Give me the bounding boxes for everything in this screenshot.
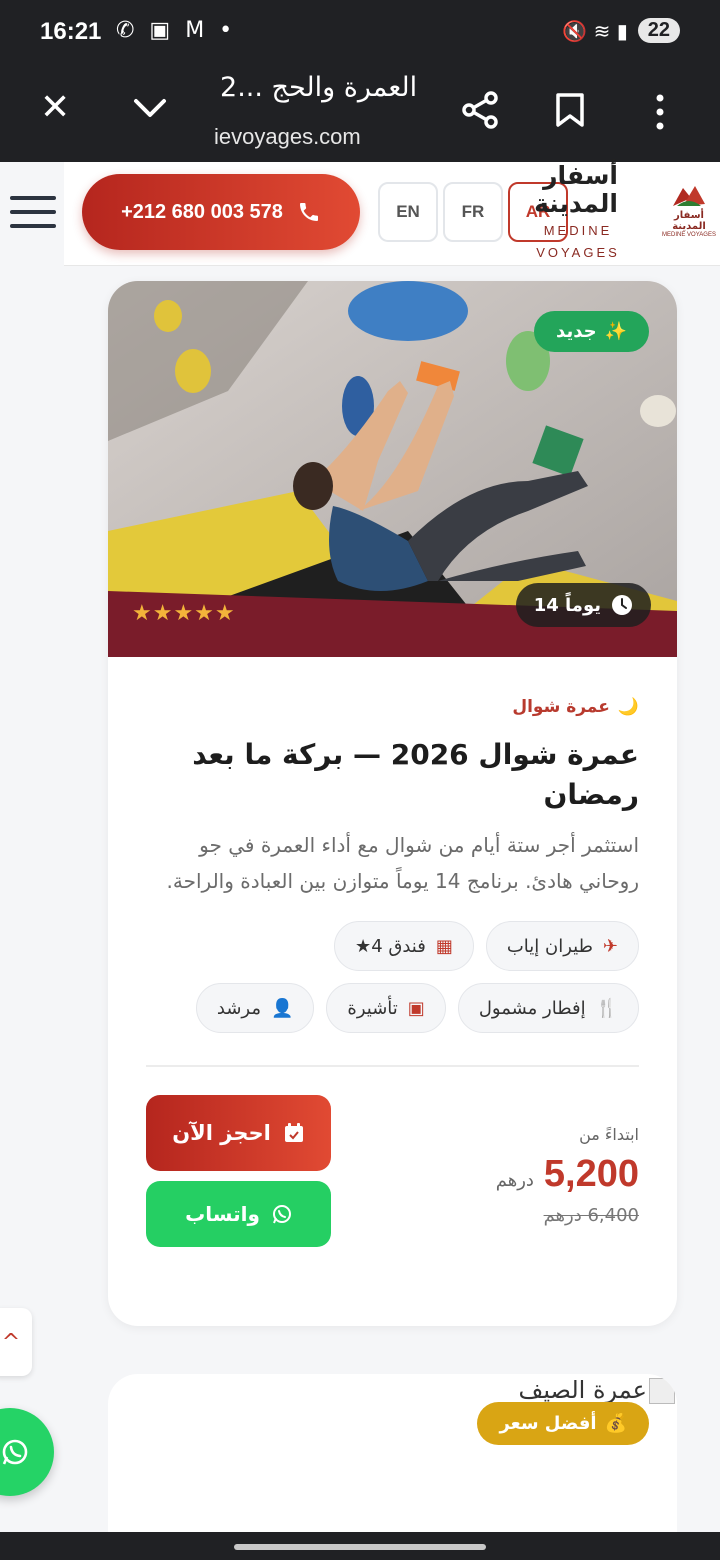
status-time: 16:21 (40, 18, 102, 45)
whatsapp-icon (2, 1439, 28, 1465)
tour-category: 🌙 عمرة شوال (146, 697, 639, 717)
price-from-label: ابتداءً من (579, 1125, 639, 1144)
best-price-label: أفضل سعر (499, 1413, 597, 1434)
utensils-icon: 🍴 (595, 997, 618, 1019)
tour-card[interactable]: جديد ✨ 14 يوماً ★★★★★ 🌙 عمرة شوال عمرة ش… (108, 281, 677, 1326)
tour-photo: جديد ✨ 14 يوماً ★★★★★ (108, 281, 677, 657)
price-and-actions: ابتداءً من 5,200 درهم 6,400 درهم احجز ال… (146, 1095, 639, 1255)
close-icon[interactable]: ✕ (40, 90, 70, 126)
notification-icons: ✆ ▣ M • (116, 18, 237, 43)
money-bag-icon: 💰 (604, 1413, 627, 1434)
star-rating: ★★★★★ (132, 601, 236, 626)
currency-label: درهم (495, 1170, 534, 1191)
share-icon[interactable] (460, 90, 500, 130)
tour-description: استثمر أجر ستة أيام من شوال مع أداء العم… (166, 833, 639, 893)
whatsapp-label: واتساب (185, 1202, 260, 1226)
feature-label: تأشيرة (347, 997, 398, 1019)
logo-emblem-icon (673, 186, 705, 206)
status-bar: 16:21 ✆ ▣ M • 🔇 ≋ ▮ 22 (0, 0, 720, 64)
moon-icon: 🌙 (617, 697, 639, 717)
call-button[interactable]: +212 680 003 578 (82, 174, 360, 250)
sparkle-icon: ✨ (604, 321, 627, 342)
feature-chip-guide: 👤 مرشد (195, 983, 315, 1033)
url-bar[interactable]: ievoyages.com (214, 124, 361, 150)
feature-chip-flight: ✈ طيران إياب (485, 921, 639, 971)
lang-fr-button[interactable]: FR (443, 182, 503, 242)
logo-arabic-text: أسفار المدينة (672, 210, 706, 232)
gesture-nav-bar (0, 1532, 720, 1560)
home-handle[interactable] (234, 1544, 486, 1550)
feature-label: مرشد (216, 997, 261, 1019)
guide-icon: 👤 (271, 997, 294, 1019)
tour-details: 🌙 عمرة شوال عمرة شوال 2026 — بركة ما بعد… (146, 657, 639, 1255)
whatsapp-icon (272, 1205, 291, 1224)
divider (146, 1065, 639, 1067)
browser-toolbar: ✕ العمرة والحج ...2 ievoyages.com (0, 64, 720, 162)
hotel-icon: ▦ (435, 935, 453, 957)
lang-en-button[interactable]: EN (378, 182, 438, 242)
scroll-to-top-button[interactable]: ^ (0, 1308, 32, 1376)
system-icons: 🔇 ≋ ▮ 22 (562, 18, 680, 43)
book-now-label: احجز الآن (172, 1121, 271, 1145)
phone-icon (299, 203, 318, 221)
signal-icons: 🔇 ≋ ▮ (562, 18, 628, 43)
feature-label: فندق 4★ (355, 935, 426, 957)
calendar-icon (284, 1123, 303, 1142)
broken-image-icon (649, 1378, 675, 1404)
feature-label: إفطار مشمول (478, 997, 586, 1019)
new-badge-label: جديد (556, 321, 597, 342)
duration-badge: 14 يوماً (515, 583, 651, 627)
duration-label: 14 يوماً (533, 594, 601, 616)
new-badge: جديد ✨ (534, 311, 649, 352)
brand-name-english[interactable]: MEDINE VOYAGES (536, 220, 620, 264)
chevron-up-icon: ^ (1, 1329, 21, 1355)
site-header: +212 680 003 578 EN FR AR أسفار المدينة … (0, 162, 720, 266)
category-label: عمرة شوال (512, 697, 610, 717)
chevron-down-icon[interactable] (130, 88, 170, 128)
tour-title[interactable]: عمرة شوال 2026 — بركة ما بعد رمضان (146, 735, 639, 815)
feature-label: طيران إياب (506, 935, 593, 957)
more-icon[interactable] (648, 92, 672, 132)
menu-icon[interactable] (10, 196, 56, 230)
feature-chip-hotel: ▦ فندق 4★ (334, 921, 474, 971)
clock-icon (612, 595, 632, 615)
tour-card-2-image-alt: عمرة الصيف (518, 1376, 647, 1404)
feature-chip-visa: ▣ تأشيرة (326, 983, 446, 1033)
features-list: ✈ طيران إياب ▦ فندق 4★ 🍴 إفطار مشمول ▣ ت… (146, 921, 639, 1033)
page-title: العمرة والحج ...2 (220, 72, 418, 103)
passport-icon: ▣ (407, 997, 425, 1019)
logo-english-text: MEDINE VOYAGES (662, 232, 716, 238)
price-block: 5,200 درهم (496, 1153, 639, 1196)
battery-indicator: 22 (637, 18, 680, 43)
brand-name-arabic[interactable]: أسفار المدينة (526, 162, 618, 218)
bookmark-icon[interactable] (554, 92, 586, 128)
feature-chip-breakfast: 🍴 إفطار مشمول (457, 983, 639, 1033)
phone-number: +212 680 003 578 (121, 200, 283, 223)
old-price: 6,400 درهم (543, 1205, 639, 1226)
plane-icon: ✈ (602, 935, 618, 957)
whatsapp-button[interactable]: واتساب (146, 1181, 331, 1247)
site-logo[interactable]: أسفار المدينة MEDINE VOYAGES (660, 184, 718, 246)
floating-whatsapp-button[interactable] (0, 1408, 54, 1496)
best-price-badge: أفضل سعر 💰 (477, 1402, 649, 1445)
current-price: 5,200 (543, 1153, 639, 1195)
book-now-button[interactable]: احجز الآن (146, 1095, 331, 1171)
